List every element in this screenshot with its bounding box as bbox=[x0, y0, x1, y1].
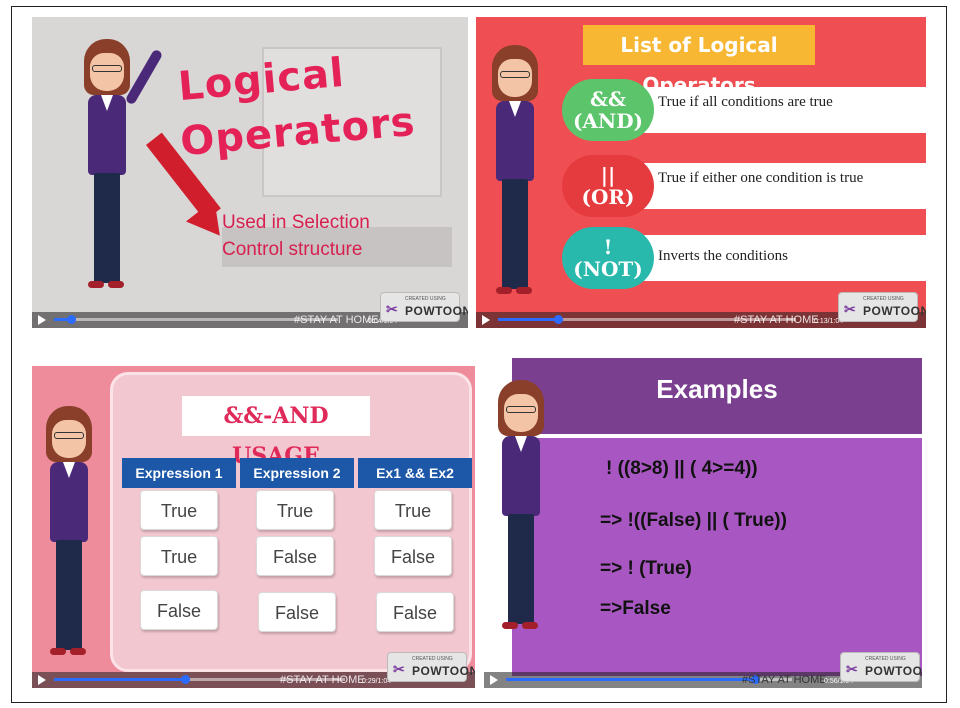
badge-powtoon: POWTOON bbox=[865, 664, 922, 678]
seek-handle[interactable] bbox=[67, 315, 77, 324]
table-cell: False bbox=[258, 592, 336, 632]
seek-progress bbox=[506, 678, 755, 681]
play-icon[interactable] bbox=[482, 315, 490, 325]
operator-description: True if either one condition is true bbox=[658, 170, 864, 186]
operator-description: Inverts the conditions bbox=[658, 248, 788, 264]
operator-or-badge: || (OR) bbox=[562, 155, 654, 217]
badge-created-using: CREATED USING bbox=[863, 296, 904, 302]
operator-description: True if all conditions are true bbox=[658, 94, 833, 110]
example-line-1: ! ((8>8) || ( 4>=4)) bbox=[606, 458, 758, 479]
play-icon[interactable] bbox=[490, 675, 498, 685]
table-cell: True bbox=[140, 536, 218, 576]
list-title: List of Logical Operators bbox=[583, 25, 815, 97]
badge-powtoon: POWTOON bbox=[412, 664, 475, 678]
powtoon-logo-icon: ✂ bbox=[846, 661, 858, 677]
header-ex1-and-ex2: Ex1 && Ex2 bbox=[358, 458, 472, 488]
subtitle: Used in Selection Control structure bbox=[222, 209, 370, 263]
examples-title: Examples bbox=[512, 358, 922, 434]
powtoon-logo-icon: ✂ bbox=[844, 301, 856, 317]
badge-created-using: CREATED USING bbox=[865, 656, 906, 662]
powtoon-badge[interactable]: ✂ CREATED USING POWTOON bbox=[840, 652, 922, 682]
video-panel-logical-operators[interactable]: Logical Operators Used in Selection Cont… bbox=[32, 17, 468, 328]
stay-at-home-text: #STAY AT HOME bbox=[734, 314, 819, 326]
powtoon-logo-icon: ✂ bbox=[386, 301, 398, 317]
table-cell: True bbox=[374, 490, 452, 530]
badge-powtoon: POWTOON bbox=[863, 304, 926, 318]
badge-powtoon: POWTOON bbox=[405, 304, 468, 318]
badge-created-using: CREATED USING bbox=[405, 296, 446, 302]
powtoon-badge[interactable]: ✂ CREATED USING POWTOON bbox=[380, 292, 468, 322]
video-panel-and-usage[interactable]: &&-AND USAGE Expression 1 Expression 2 E… bbox=[32, 366, 475, 688]
header-expression-1: Expression 1 bbox=[122, 458, 236, 488]
seek-handle[interactable] bbox=[553, 315, 563, 324]
seek-progress bbox=[498, 318, 558, 321]
stay-at-home-text: #STAY AT HOME bbox=[294, 314, 379, 326]
example-line-3: => ! (True) bbox=[600, 558, 692, 579]
stay-at-home-text: #STAY AT HOME bbox=[280, 674, 365, 686]
stay-at-home-text: #STAY AT HOME bbox=[742, 674, 827, 686]
operator-and-badge: && (AND) bbox=[562, 79, 654, 141]
table-cell: False bbox=[140, 590, 218, 630]
powtoon-logo-icon: ✂ bbox=[393, 661, 405, 677]
operator-not-badge: ! (NOT) bbox=[562, 227, 654, 289]
operator-symbol: ! bbox=[603, 235, 613, 259]
operator-symbol: || bbox=[600, 163, 616, 187]
video-panel-list-of-operators[interactable]: List of Logical Operators && (AND) True … bbox=[476, 17, 926, 328]
table-cell: True bbox=[140, 490, 218, 530]
example-line-4: =>False bbox=[600, 598, 671, 619]
play-icon[interactable] bbox=[38, 315, 46, 325]
operator-symbol: && bbox=[589, 87, 627, 111]
table-cell: False bbox=[256, 536, 334, 576]
operator-name: (AND) bbox=[572, 109, 644, 133]
header-expression-2: Expression 2 bbox=[240, 458, 354, 488]
subtitle-line2: Control structure bbox=[222, 239, 363, 260]
powtoon-badge[interactable]: ✂ CREATED USING POWTOON bbox=[838, 292, 926, 322]
example-line-2: => !((False) || ( True)) bbox=[600, 510, 787, 531]
table-cell: True bbox=[256, 490, 334, 530]
table-cell: False bbox=[376, 592, 454, 632]
seek-handle[interactable] bbox=[180, 675, 190, 684]
subtitle-line1: Used in Selection bbox=[222, 212, 370, 233]
seek-progress bbox=[54, 678, 185, 681]
operator-name: (OR) bbox=[581, 185, 635, 209]
operator-name: (NOT) bbox=[573, 257, 643, 281]
table-cell: False bbox=[374, 536, 452, 576]
badge-created-using: CREATED USING bbox=[412, 656, 453, 662]
and-usage-title: &&-AND USAGE bbox=[182, 396, 370, 469]
video-panel-examples[interactable]: Examples ! ((8>8) || ( 4>=4)) => !((Fals… bbox=[484, 358, 922, 688]
powtoon-badge[interactable]: ✂ CREATED USING POWTOON bbox=[387, 652, 475, 682]
play-icon[interactable] bbox=[38, 675, 46, 685]
